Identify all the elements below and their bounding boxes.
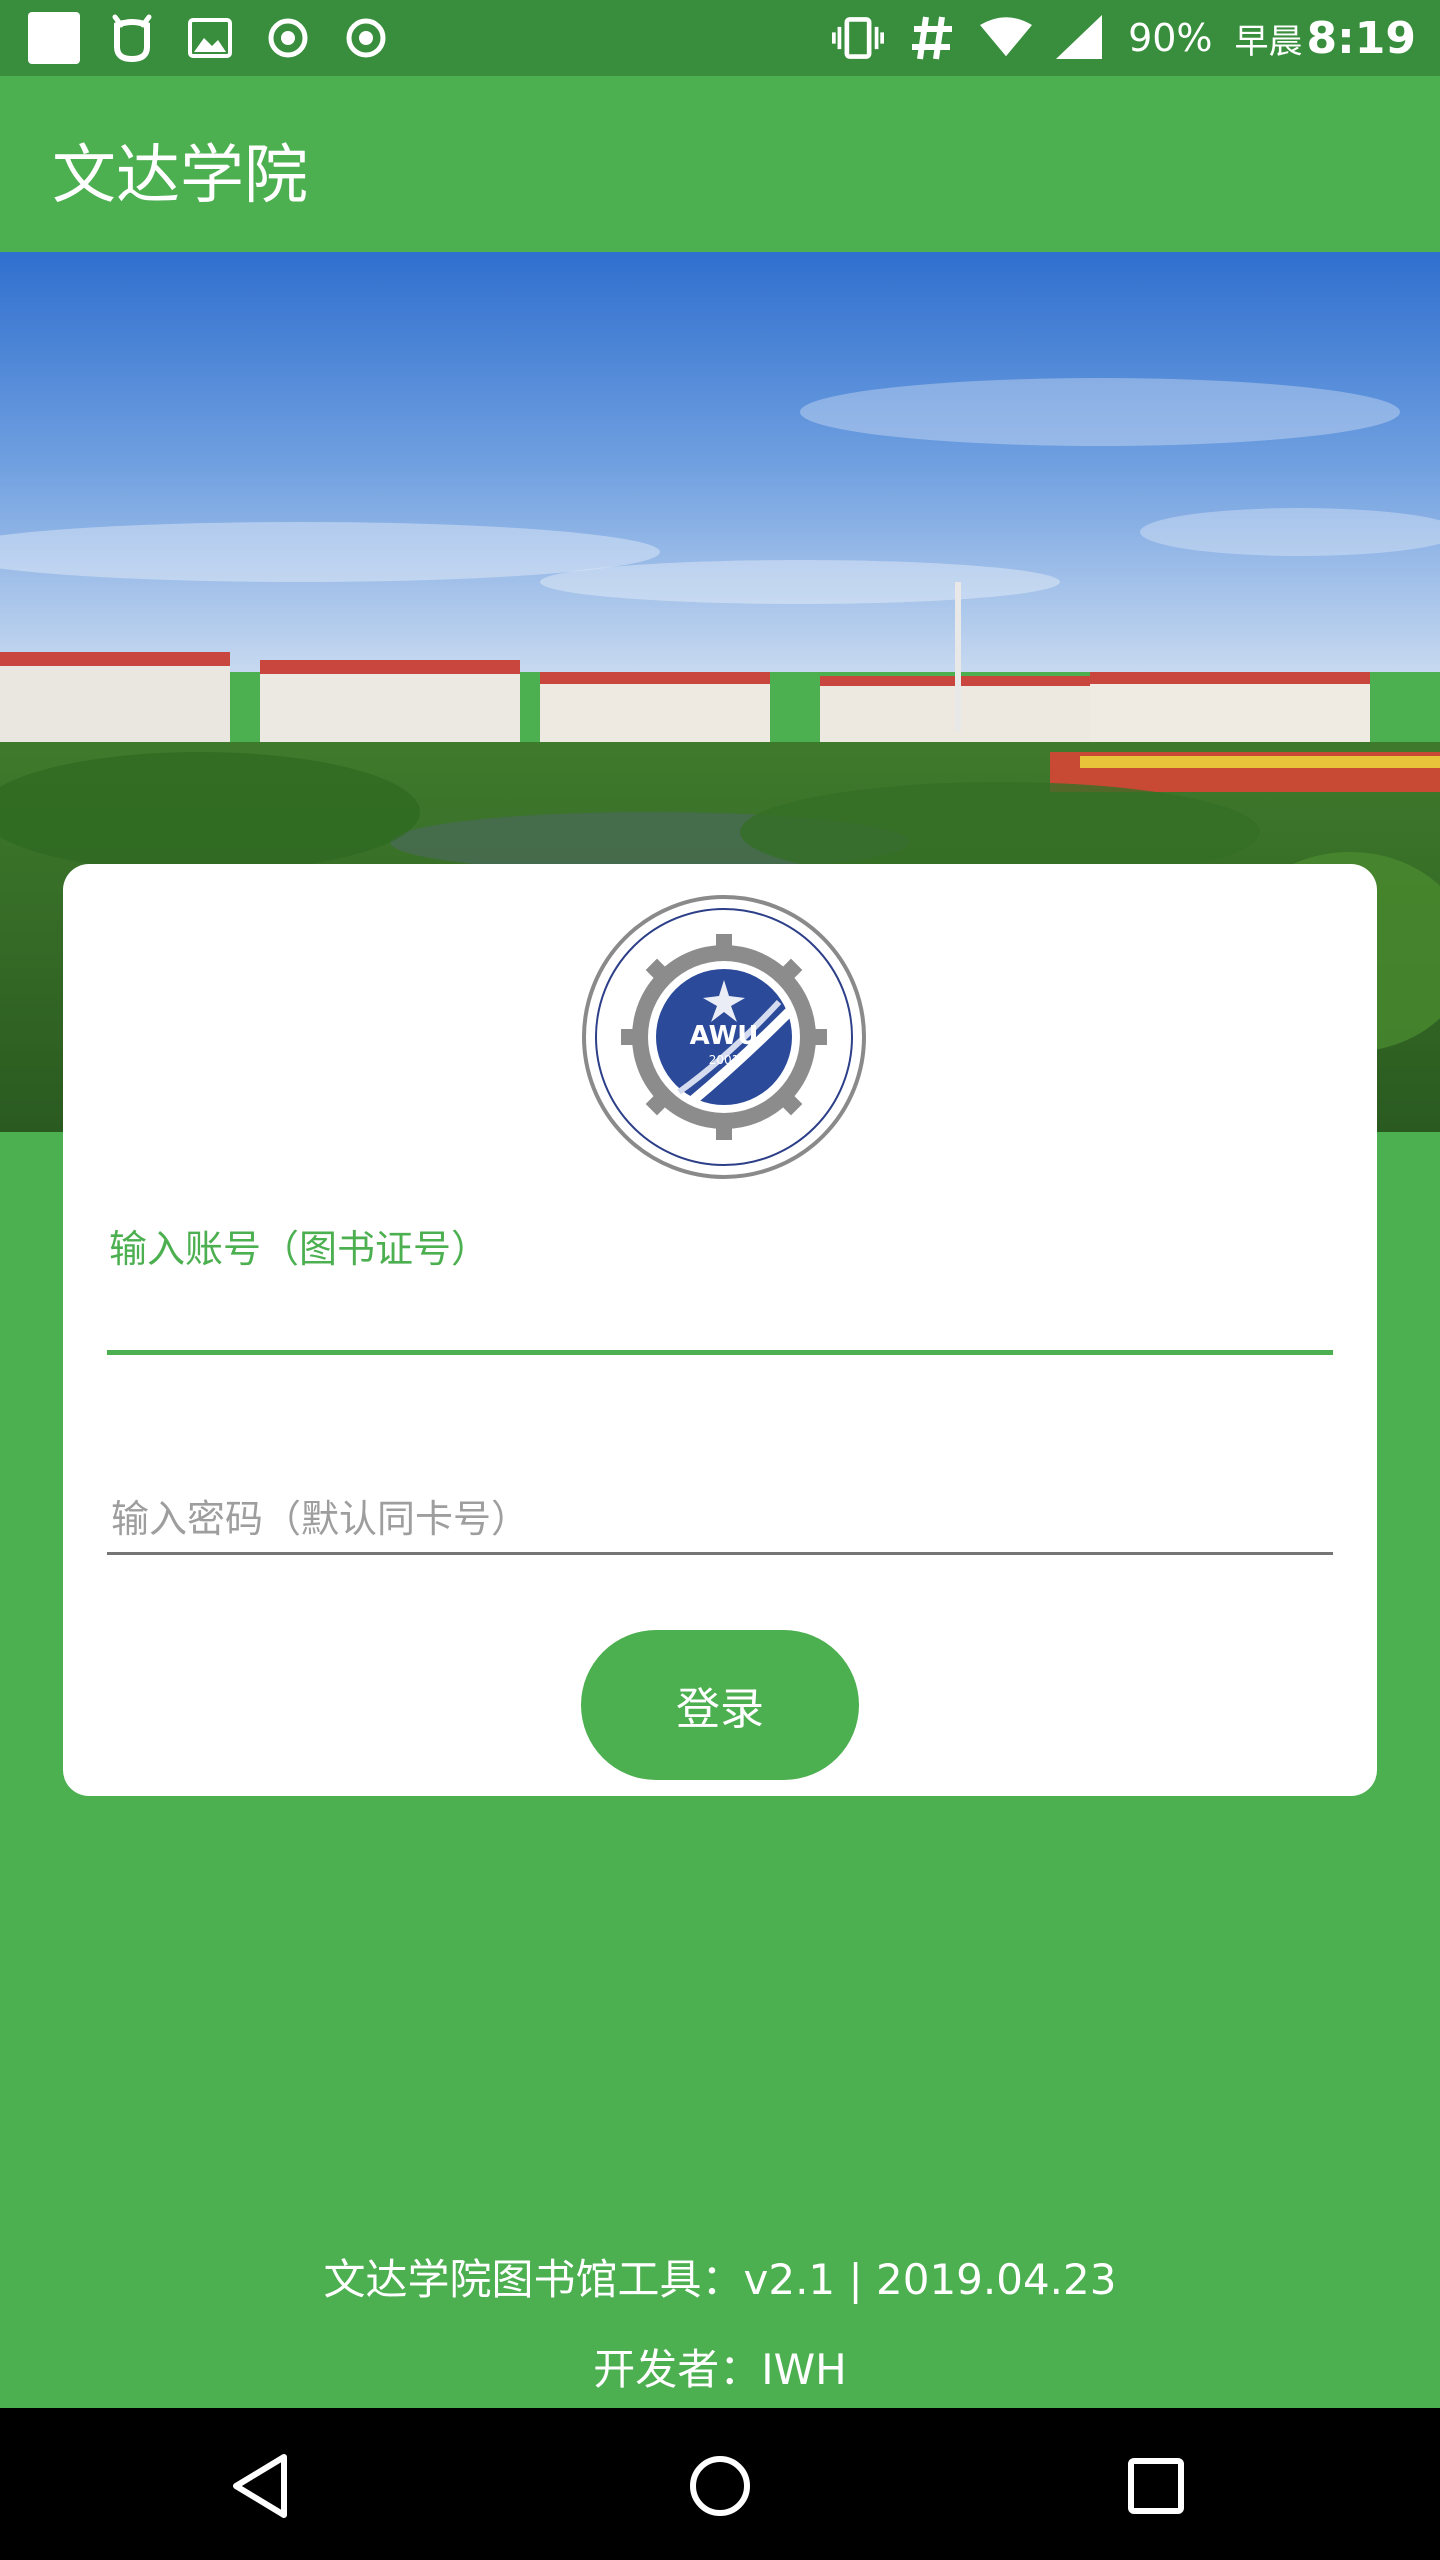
- clock: 早晨 8:19: [1235, 13, 1416, 64]
- battery-percentage: 90%: [1128, 16, 1213, 60]
- back-icon: [233, 2454, 287, 2518]
- recents-button[interactable]: [1114, 2444, 1198, 2528]
- logo-year: 2001: [709, 1053, 740, 1067]
- hash-icon: [906, 12, 958, 64]
- developer-credit: 开发者：IWH: [593, 2345, 847, 2394]
- login-card: AWU 2001 输入账号（图书证号） 登录: [63, 864, 1377, 1796]
- university-logo: AWU 2001: [579, 892, 869, 1182]
- record-icon: [340, 12, 392, 64]
- app-title: 文达学院: [52, 139, 308, 213]
- logo-center-text: AWU: [690, 1021, 759, 1051]
- clock-period: 早晨: [1234, 21, 1303, 62]
- account-field-label: 输入账号（图书证号）: [109, 1227, 490, 1271]
- status-right-icons: 90% 早晨 8:19: [832, 10, 1416, 66]
- password-underline: [107, 1552, 1333, 1555]
- signal-icon: [1054, 12, 1106, 64]
- wifi-icon: [980, 12, 1033, 64]
- image-icon: [184, 12, 236, 64]
- notification-square-icon: [28, 12, 80, 64]
- back-button[interactable]: [218, 2444, 302, 2528]
- account-input[interactable]: [109, 1284, 1339, 1346]
- login-button[interactable]: 登录: [581, 1630, 859, 1780]
- recents-icon: [1128, 2458, 1184, 2514]
- account-underline: [107, 1350, 1333, 1355]
- password-input[interactable]: [109, 1486, 1339, 1552]
- status-bar: 90% 早晨 8:19: [0, 0, 1440, 76]
- vibrate-icon: [832, 12, 885, 64]
- debug-bug-icon: [106, 12, 158, 64]
- home-button[interactable]: [678, 2444, 762, 2528]
- clock-time: 8:19: [1306, 12, 1416, 64]
- status-left-icons: [28, 10, 392, 66]
- app-version-info: 文达学院图书馆工具：v2.1 | 2019.04.23: [323, 2255, 1117, 2304]
- record-icon: [262, 12, 314, 64]
- navigation-bar: [0, 2408, 1440, 2560]
- home-icon: [690, 2456, 750, 2516]
- app-bar: 文达学院: [0, 76, 1440, 252]
